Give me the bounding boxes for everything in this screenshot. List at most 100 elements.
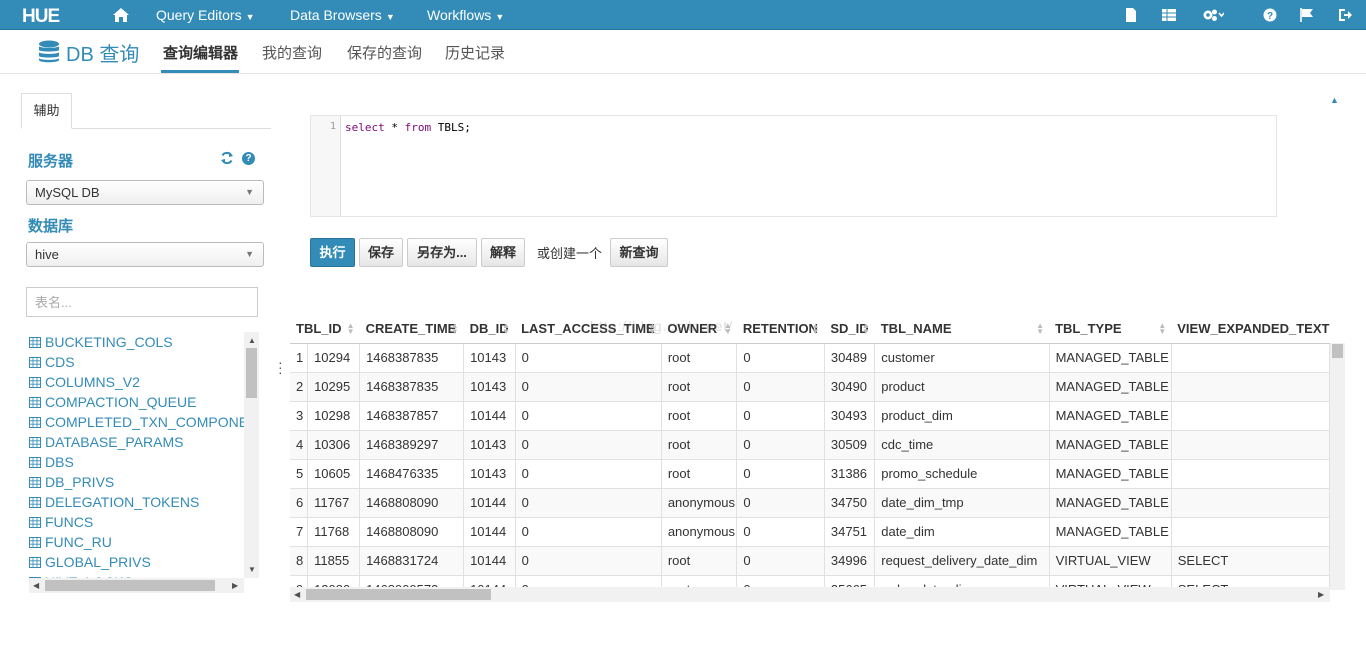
table-list-hscroll-thumb[interactable] [45,580,215,591]
sort-icon[interactable]: ▲ ▼ [862,322,870,336]
table-list-vscrollbar[interactable]: ▲ ▼ [244,332,259,578]
column-header[interactable]: TBL_NAME ▲ ▼ [874,314,1050,344]
save-button[interactable]: 保存 [359,238,403,267]
table-cell: 0 [736,343,825,373]
logout-icon[interactable] [1338,8,1352,22]
code-star: * [384,121,405,134]
server-select[interactable]: MySQL DB ▼ [26,180,264,205]
table-row[interactable]: 6 11767 1468808090 10144 0 anonymous 0 34750 dat… [290,488,1330,518]
editor-code-line[interactable]: select * from TBLS; [345,121,471,134]
table-list-item[interactable]: DELEGATION_TOKENS [29,492,244,512]
table-cell: request_delivery_date_dim [874,546,1050,576]
home-icon[interactable] [112,7,130,23]
table-list-item[interactable]: CDS [29,352,244,372]
resize-handle-icon[interactable]: · · · [278,355,283,379]
table-row[interactable]: 7 11768 1468808090 10144 0 anonymous 0 34751 dat… [290,517,1330,547]
menu-query-editors[interactable]: Query Editors ▼ [156,0,255,30]
column-header[interactable]: CREATE_TIME ▲ ▼ [359,314,464,344]
table-cell: 10143 [463,372,516,402]
scroll-left-arrow-icon[interactable]: ◀ [294,590,300,599]
code-rest: TBLS; [431,121,471,134]
table-list-item[interactable]: COLUMNS_V2 [29,372,244,392]
scroll-left-arrow-icon[interactable]: ◀ [33,581,39,590]
tab-query-editor[interactable]: 查询编辑器 [163,42,238,63]
explain-button[interactable]: 解释 [481,238,525,267]
sort-icon[interactable]: ▲ ▼ [1036,322,1044,336]
keyword-from: from [404,121,432,134]
sort-icon[interactable]: ▲ ▼ [502,322,510,336]
table-cell: root [661,546,738,576]
table-row[interactable]: 8 11855 1468831724 10144 0 root 0 34996 request_… [290,546,1330,576]
refresh-icon[interactable] [220,151,234,165]
row-number: 7 [290,517,309,547]
table-cell: 1468831724 [359,546,465,576]
table-row[interactable]: 3 10298 1468387857 10144 0 root 0 30493 product_… [290,401,1330,431]
results-vscroll-thumb[interactable] [1332,344,1343,358]
menu-data-browsers-label: Data Browsers [290,7,382,23]
table-icon[interactable] [1162,8,1176,22]
table-list-item[interactable]: FUNCS [29,512,244,532]
table-list-item[interactable]: BUCKETING_COLS [29,332,244,352]
help-icon[interactable]: ? [242,152,255,165]
column-header[interactable]: VIEW_EXPANDED_TEXT [1171,314,1330,344]
sort-icon[interactable]: ▲ ▼ [347,322,355,336]
document-icon[interactable] [1125,8,1137,22]
column-header[interactable]: RETENTION ▲ ▼ [736,314,825,344]
table-list-item[interactable]: COMPLETED_TXN_COMPONENTS [29,412,244,432]
database-icon [39,40,59,63]
sort-icon[interactable]: ▲ ▼ [451,322,459,336]
chevron-down-icon: ▼ [495,12,505,22]
hue-logo[interactable]: HUE [22,5,80,27]
collapse-up-icon[interactable]: ▲ [1330,95,1339,105]
scroll-right-arrow-icon[interactable]: ▶ [1318,590,1324,599]
flag-icon[interactable] [1300,8,1314,22]
results-hscroll-thumb[interactable] [306,589,491,600]
chevron-down-icon: ▼ [385,12,395,22]
table-cell: date_dim_tmp [874,488,1050,518]
column-header[interactable]: SD_ID ▲ ▼ [824,314,875,344]
save-as-button[interactable]: 另存为... [407,238,477,267]
scroll-right-arrow-icon[interactable]: ▶ [232,581,238,590]
table-row[interactable]: 2 10295 1468387835 10143 0 root 0 30490 product M… [290,372,1330,402]
column-header[interactable]: DB_ID ▲ ▼ [463,314,516,344]
scroll-up-arrow-icon[interactable]: ▲ [248,336,256,345]
table-list-hscrollbar[interactable]: ◀ ▶ [29,578,244,593]
help-circle-icon[interactable]: ? [1263,8,1277,22]
new-query-button[interactable]: 新查询 [610,238,668,267]
table-row[interactable]: 4 10306 1468389297 10143 0 root 0 30509 cdc_time… [290,430,1330,460]
results-hscrollbar[interactable]: ◀ ▶ [290,587,1330,602]
table-cell: MANAGED_TABLE [1049,488,1172,518]
menu-workflows[interactable]: Workflows ▼ [427,0,504,30]
menu-data-browsers[interactable]: Data Browsers ▼ [290,0,395,30]
sort-icon[interactable]: ▲ ▼ [1158,322,1166,336]
table-filter-input[interactable] [26,287,258,317]
sort-icon[interactable]: ▲ ▼ [811,322,819,336]
table-list-item[interactable]: DB_PRIVS [29,472,244,492]
tab-my-queries[interactable]: 我的查询 [262,42,322,63]
table-list-item[interactable]: DBS [29,452,244,472]
tab-assist[interactable]: 辅助 [21,93,72,129]
table-list-item[interactable]: GLOBAL_PRIVS [29,552,244,572]
scroll-down-arrow-icon[interactable]: ▼ [248,565,256,574]
table-cell: 1468389297 [359,430,465,460]
table-cell: 0 [515,343,662,373]
table-list-item[interactable]: COMPACTION_QUEUE [29,392,244,412]
watermark-text: http://blog.csdn.net/ [590,318,734,334]
column-header[interactable]: TBL_TYPE ▲ ▼ [1049,314,1172,344]
results-vscrollbar[interactable] [1330,343,1345,590]
table-list-vscroll-thumb[interactable] [246,348,257,398]
table-list-item-label: DATABASE_PARAMS [45,434,184,450]
sql-editor[interactable]: 1 select * from TBLS; [310,115,1277,217]
tab-history[interactable]: 历史记录 [445,42,505,63]
table-list-item[interactable]: FUNC_RU [29,532,244,552]
table-cell: 1468808090 [359,488,465,518]
table-list-item[interactable]: DATABASE_PARAMS [29,432,244,452]
execute-button[interactable]: 执行 [310,238,355,267]
table-row[interactable]: 5 10605 1468476335 10143 0 root 0 31386 promo_sc… [290,459,1330,489]
tab-saved-queries[interactable]: 保存的查询 [347,42,422,63]
column-header[interactable]: TBL_ID ▲ ▼ [290,314,360,344]
gears-icon[interactable] [1202,8,1224,22]
table-row[interactable]: 1 10294 1468387835 10143 0 root 0 30489 customer… [290,343,1330,373]
database-select[interactable]: hive ▼ [26,242,264,267]
chevron-down-icon: ▼ [245,12,255,22]
